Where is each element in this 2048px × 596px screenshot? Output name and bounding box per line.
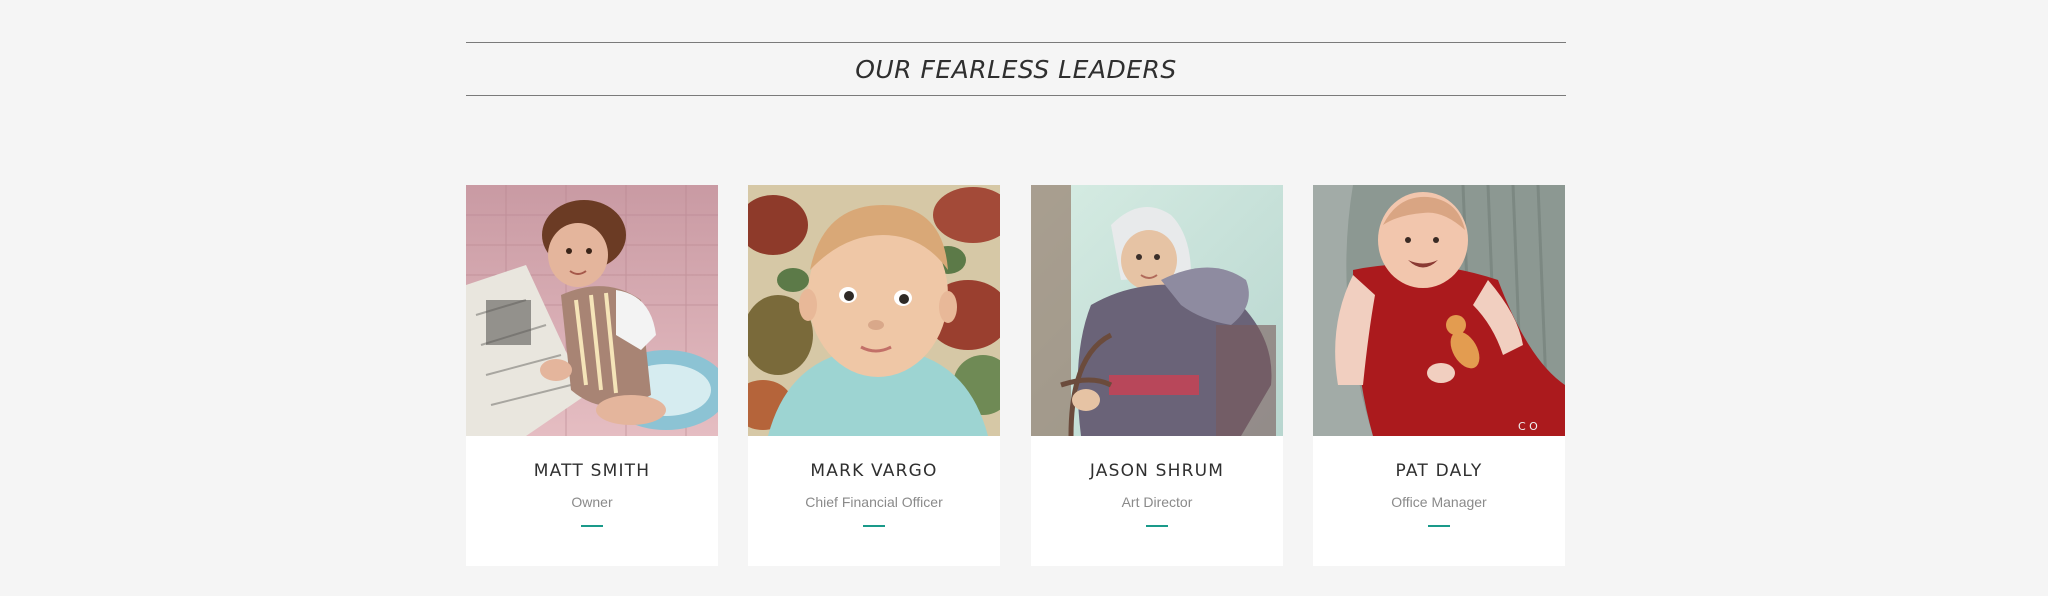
svg-text:C O: C O (1518, 420, 1538, 433)
team-member-role: Office Manager (1391, 494, 1487, 510)
team-member-name: MATT SMITH (533, 461, 651, 481)
team-member-card: MARK VARGO Chief Financial Officer (748, 185, 1000, 566)
team-member-photo: C O (1313, 185, 1565, 436)
team-member-photo (748, 185, 1000, 436)
team-member-photo (1031, 185, 1283, 436)
team-member-photo (466, 185, 718, 436)
team-member-name: JASON SHRUM (1089, 461, 1225, 481)
team-member-role: Art Director (1121, 494, 1193, 510)
accent-divider (1428, 525, 1450, 527)
team-member-name: MARK VARGO (810, 461, 938, 481)
section-header: OUR FEARLESS LEADERS (466, 42, 1566, 96)
section-title: OUR FEARLESS LEADERS (855, 54, 1177, 84)
team-section: OUR FEARLESS LEADERS MATT SMITH Owner MA… (466, 0, 1566, 596)
accent-divider (581, 525, 603, 527)
accent-divider (863, 525, 885, 527)
accent-divider (1146, 525, 1168, 527)
team-member-role: Chief Financial Officer (805, 494, 943, 510)
team-member-role: Owner (571, 494, 613, 510)
team-member-card: MATT SMITH Owner (466, 185, 718, 566)
team-member-card: JASON SHRUM Art Director (1031, 185, 1283, 566)
team-member-name: PAT DALY (1395, 461, 1483, 481)
team-member-card: C O PAT DALY Office Manager (1313, 185, 1565, 566)
